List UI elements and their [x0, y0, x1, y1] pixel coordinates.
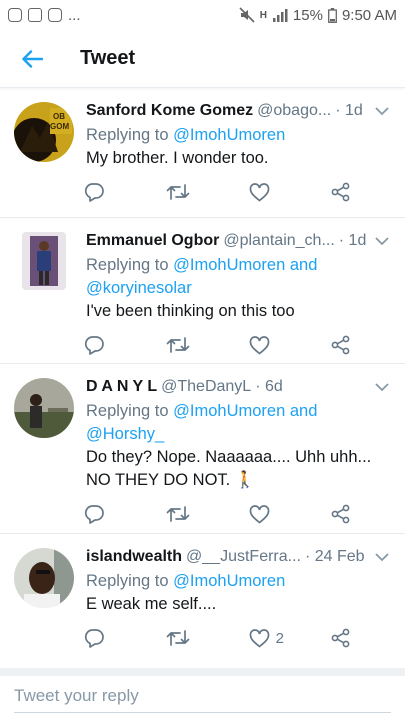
- instagram-icon-2: [48, 8, 62, 22]
- like-button[interactable]: [249, 504, 331, 524]
- avatar[interactable]: OB GOM: [14, 102, 74, 162]
- more-options-button[interactable]: [373, 548, 391, 566]
- avatar[interactable]: [14, 548, 74, 608]
- replying-to: Replying to @ImohUmoren and @Horshy_: [86, 402, 318, 443]
- mention-link[interactable]: @koryinesolar: [86, 279, 192, 297]
- mention-link[interactable]: @ImohUmoren and: [173, 256, 317, 274]
- heart-icon: [249, 335, 270, 355]
- display-name[interactable]: islandwealth: [86, 548, 182, 566]
- back-button[interactable]: [0, 30, 64, 88]
- share-icon: [331, 504, 350, 524]
- gallery-icon: [28, 8, 42, 22]
- reply-button[interactable]: [84, 182, 166, 202]
- reply-button[interactable]: [84, 335, 166, 355]
- tweet-text: Do they? Nope. Naaaaaa.... Uhh uhh... NO …: [86, 448, 372, 489]
- share-button[interactable]: [331, 335, 351, 355]
- share-icon: [331, 182, 350, 202]
- tweet-actions: [84, 170, 391, 214]
- chevron-down-icon: [375, 236, 389, 245]
- display-name[interactable]: Sanford Kome Gomez: [86, 102, 253, 120]
- reply-button[interactable]: [84, 628, 166, 648]
- more-options-button[interactable]: [373, 378, 391, 396]
- svg-text:GOM: GOM: [50, 122, 69, 131]
- chevron-down-icon: [375, 552, 389, 561]
- like-button[interactable]: 2: [249, 628, 331, 648]
- timestamp[interactable]: · 1d: [335, 102, 363, 120]
- avatar[interactable]: [22, 232, 66, 290]
- avatar[interactable]: [14, 378, 74, 438]
- mention-link[interactable]: @ImohUmoren and: [173, 402, 317, 420]
- display-name[interactable]: D A N Y L: [86, 378, 157, 396]
- tweet-text: I've been thinking on this too: [86, 302, 295, 320]
- share-icon: [331, 335, 350, 355]
- retweet-button[interactable]: [166, 629, 248, 647]
- like-button[interactable]: [249, 335, 331, 355]
- timestamp[interactable]: · 24 Feb: [305, 548, 365, 566]
- mute-icon: [239, 7, 255, 23]
- handle[interactable]: @__JustFerra...: [186, 548, 301, 566]
- network-type: H: [259, 9, 267, 21]
- heart-icon: [249, 182, 270, 202]
- app-bar: Tweet: [0, 30, 405, 88]
- retweet-button[interactable]: [166, 183, 248, 201]
- timestamp[interactable]: · 6d: [255, 378, 283, 396]
- signal-icon: [272, 9, 288, 22]
- handle[interactable]: @obago...: [257, 102, 331, 120]
- page-title: Tweet: [80, 47, 136, 69]
- retweet-icon: [166, 630, 190, 646]
- mention-link[interactable]: @ImohUmoren: [173, 126, 285, 144]
- retweet-icon: [166, 184, 190, 200]
- tweet-reply[interactable]: D A N Y L @TheDanyL · 6d Replying to @Im…: [0, 364, 405, 534]
- reply-icon: [84, 183, 104, 202]
- back-arrow-icon: [22, 49, 43, 68]
- heart-icon: [249, 628, 270, 648]
- heart-icon: [249, 504, 270, 524]
- tweet-actions: [84, 323, 391, 367]
- tweet-reply[interactable]: Emmanuel Ogbor @plantain_ch... · 1d Repl…: [0, 218, 405, 364]
- like-button[interactable]: [249, 182, 331, 202]
- chevron-down-icon: [375, 106, 389, 115]
- timestamp[interactable]: · 1d: [339, 232, 367, 250]
- reply-list: OB GOM Sanford Kome Gomez @obago... · 1d …: [0, 88, 405, 660]
- battery-icon: [328, 7, 337, 23]
- battery-percent: 15%: [292, 6, 323, 24]
- tweet-text: E weak me self....: [86, 595, 217, 613]
- tweet-actions: 2: [84, 616, 391, 660]
- tweet-text: My brother. I wonder too.: [86, 149, 269, 167]
- more-notifications: ...: [68, 6, 81, 24]
- display-name[interactable]: Emmanuel Ogbor: [86, 232, 219, 250]
- reply-composer: [0, 668, 405, 720]
- retweet-button[interactable]: [166, 336, 248, 354]
- replying-to: Replying to @ImohUmoren: [86, 126, 286, 144]
- replying-to: Replying to @ImohUmoren and @koryinesolar: [86, 256, 318, 297]
- tweet-actions: [84, 492, 391, 536]
- clock: 9:50 AM: [341, 6, 397, 24]
- instagram-icon: [8, 8, 22, 22]
- share-button[interactable]: [331, 628, 351, 648]
- handle[interactable]: @TheDanyL: [161, 378, 251, 396]
- status-bar: ... H 15% 9:50 AM: [0, 0, 405, 30]
- reply-icon: [84, 629, 104, 648]
- share-icon: [331, 628, 350, 648]
- reply-icon: [84, 336, 104, 355]
- more-options-button[interactable]: [373, 232, 391, 250]
- mention-link[interactable]: @Horshy_: [86, 425, 164, 443]
- like-count: 2: [275, 629, 284, 647]
- tweet-reply[interactable]: OB GOM Sanford Kome Gomez @obago... · 1d …: [0, 88, 405, 218]
- svg-text:OB: OB: [53, 112, 65, 121]
- retweet-icon: [166, 337, 190, 353]
- share-button[interactable]: [331, 182, 351, 202]
- tweet-reply[interactable]: islandwealth @__JustFerra... · 24 Feb Re…: [0, 534, 405, 660]
- share-button[interactable]: [331, 504, 351, 524]
- reply-button[interactable]: [84, 504, 166, 524]
- reply-icon: [84, 505, 104, 524]
- chevron-down-icon: [375, 382, 389, 391]
- replying-to: Replying to @ImohUmoren: [86, 572, 286, 590]
- retweet-button[interactable]: [166, 505, 248, 523]
- handle[interactable]: @plantain_ch...: [223, 232, 334, 250]
- retweet-icon: [166, 506, 190, 522]
- mention-link[interactable]: @ImohUmoren: [173, 572, 285, 590]
- reply-input[interactable]: [14, 686, 391, 713]
- more-options-button[interactable]: [373, 102, 391, 120]
